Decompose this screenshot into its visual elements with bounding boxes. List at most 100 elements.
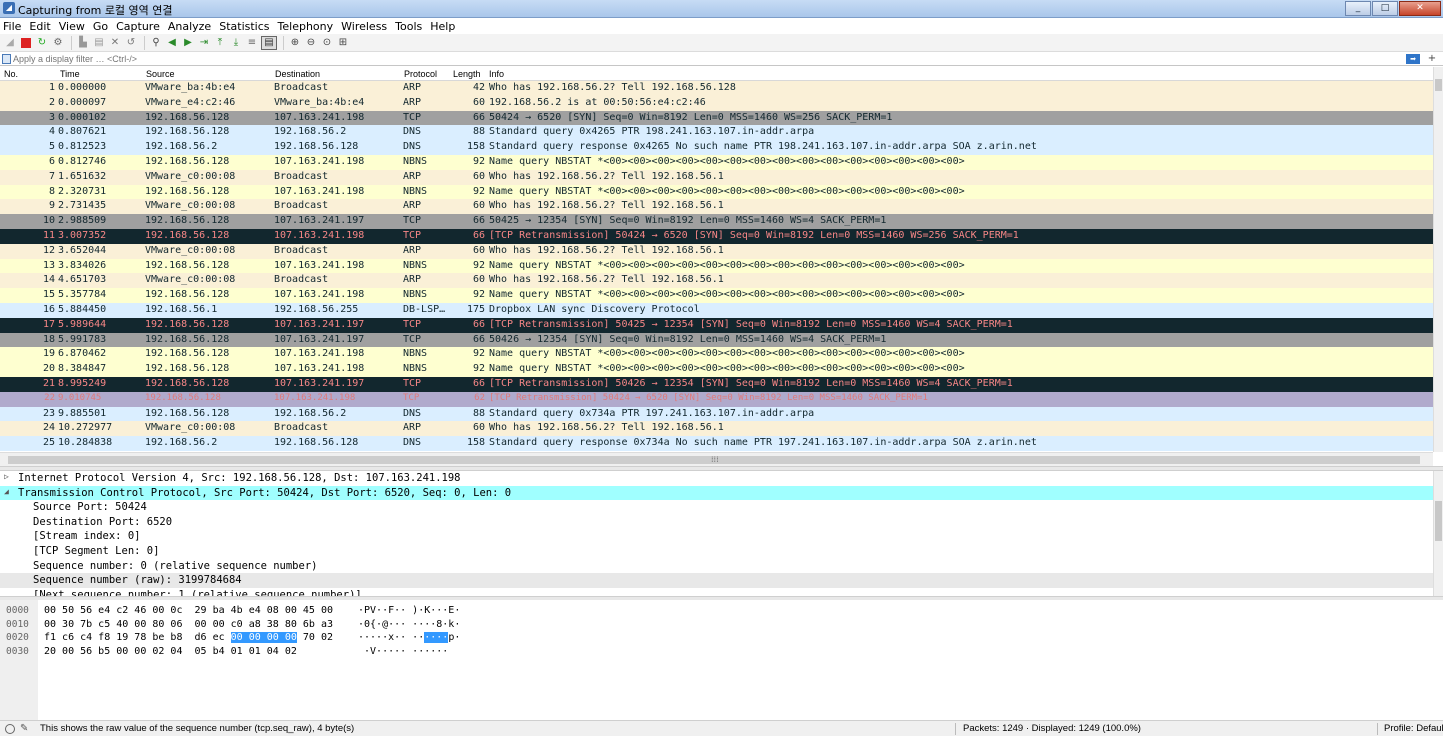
details-scrollbar[interactable] [1433,471,1443,596]
packet-row[interactable]: 7 1.651632 VMware_c0:00:08 Broadcast ARP 60 Wh… [0,169,1433,185]
detail-tree-item[interactable]: ◢ Transmission Control Protocol, Src Port… [0,485,1433,501]
hex-text: 20 00 56 b5 00 00 02 04 05 b4 01 01 04 0… [44,645,297,657]
display-filter-input[interactable] [13,53,1403,65]
column-length[interactable]: Length [453,69,481,79]
packet-row[interactable]: 11 3.007352 192.168.56.128 107.163.241.198 T… [0,228,1433,244]
start-capture-icon[interactable]: ◢ [3,36,17,50]
detail-tree-item[interactable]: Source Port: 50424 [0,500,1433,515]
menu-capture[interactable]: Capture [116,20,160,33]
packet-row[interactable]: 3 0.000102 192.168.56.128 107.163.241.198 TC… [0,110,1433,126]
find-packet-icon[interactable]: ⚲ [149,36,163,50]
packet-row[interactable]: 21 8.995249 192.168.56.128 107.163.241.197 T… [0,376,1433,392]
profile-indicator[interactable]: Profile: Default [1384,723,1443,734]
open-file-icon[interactable]: ▙ [76,36,90,50]
ascii-bytes[interactable]: ·0{·@··· ····8·k· [358,619,460,630]
menu-tools[interactable]: Tools [395,20,422,33]
menu-analyze[interactable]: Analyze [168,20,211,33]
scrollbar-thumb[interactable] [1435,79,1442,91]
column-protocol[interactable]: Protocol [404,69,437,79]
zoom-out-icon[interactable]: ⊖ [304,36,318,50]
capture-options-icon[interactable]: ⚙ [51,36,65,50]
packet-row[interactable]: 18 5.991783 192.168.56.128 107.163.241.197 T… [0,332,1433,348]
save-file-icon[interactable]: ▤ [92,36,106,50]
bookmark-icon[interactable] [2,54,11,64]
column-info[interactable]: Info [489,69,504,79]
packet-info: 50424 → 6520 [SYN] Seq=0 Win=8192 Len=0 … [489,111,893,123]
packet-list-scrollbar[interactable] [1433,67,1443,452]
menu-edit[interactable]: Edit [29,20,50,33]
hex-bytes[interactable]: f1 c6 c4 f8 19 78 be b8 d6 ec 00 00 00 0… [44,632,333,643]
packet-row[interactable]: 9 2.731435 VMware_c0:00:08 Broadcast ARP 60 Wh… [0,199,1433,215]
packet-row[interactable]: 6 0.812746 192.168.56.128 107.163.241.198 NB… [0,154,1433,170]
packet-row[interactable]: 5 0.812523 192.168.56.2 192.168.56.128 DNS 15… [0,140,1433,155]
go-forward-icon[interactable]: ▶ [181,36,195,50]
zoom-in-icon[interactable]: ⊕ [288,36,302,50]
menu-wireless[interactable]: Wireless [341,20,387,33]
detail-tree-item[interactable]: ▷ Internet Protocol Version 4, Src: 192.1… [0,471,1433,486]
go-back-icon[interactable]: ◀ [165,36,179,50]
detail-tree-item[interactable]: [Stream index: 0] [0,529,1433,544]
packet-row[interactable]: 23 9.885501 192.168.56.128 192.168.56.2 DNS 8… [0,406,1433,422]
packet-row[interactable]: 8 2.320731 192.168.56.128 107.163.241.198 NB… [0,184,1433,200]
add-filter-button-icon[interactable]: + [1424,53,1440,65]
go-last-packet-icon[interactable]: ⤓ [229,36,243,50]
column-time[interactable]: Time [60,69,80,79]
close-button[interactable]: ✕ [1399,1,1441,16]
packet-row[interactable]: 12 3.652044 VMware_c0:00:08 Broadcast ARP 60 W… [0,243,1433,259]
scrollbar-thumb[interactable] [1435,501,1442,541]
packet-row[interactable]: 15 5.357784 192.168.56.128 107.163.241.198 N… [0,288,1433,303]
expand-arrow-icon[interactable]: ▷ [4,472,9,481]
packet-row[interactable]: 24 10.272977 VMware_c0:00:08 Broadcast ARP 60… [0,421,1433,437]
colorize-icon[interactable]: ▤ [261,35,277,50]
column-no[interactable]: No. [4,69,18,79]
packet-row[interactable]: 22 9.010745 192.168.56.128 107.163.241.198 T… [0,391,1433,407]
hex-bytes[interactable]: 00 30 7b c5 40 00 80 06 00 00 c0 a8 38 8… [44,619,333,630]
reload-file-icon[interactable]: ↺ [124,36,138,50]
column-destination[interactable]: Destination [275,69,320,79]
edit-comment-icon[interactable]: ✎ [20,723,28,734]
restart-capture-icon[interactable]: ↻ [35,36,49,50]
menu-go[interactable]: Go [93,20,108,33]
packet-list-hscrollbar[interactable]: ⁞⁞⁞ [0,452,1433,466]
menu-statistics[interactable]: Statistics [219,20,269,33]
packet-row[interactable]: 10 2.988509 192.168.56.128 107.163.241.197 T… [0,214,1433,229]
close-file-icon[interactable]: ✕ [108,36,122,50]
normal-size-icon[interactable]: ⊙ [320,36,334,50]
menu-help[interactable]: Help [430,20,455,33]
go-first-packet-icon[interactable]: ⤒ [213,36,227,50]
packet-row[interactable]: 25 10.284838 192.168.56.2 192.168.56.128 DNS… [0,436,1433,451]
ascii-bytes[interactable]: ·V····· ······ [358,646,448,657]
hex-bytes[interactable]: 00 50 56 e4 c2 46 00 0c 29 ba 4b e4 08 0… [44,605,333,616]
packet-row[interactable]: 20 8.384847 192.168.56.128 107.163.241.198 N… [0,362,1433,377]
auto-scroll-icon[interactable]: ≡ [245,36,259,50]
packet-protocol: ARP [403,96,422,108]
resize-columns-icon[interactable]: ⊞ [336,36,350,50]
menu-file[interactable]: File [3,20,21,33]
detail-tree-item[interactable]: [TCP Segment Len: 0] [0,544,1433,559]
packet-row[interactable]: 4 0.807621 192.168.56.128 192.168.56.2 DNS 88… [0,125,1433,141]
hex-bytes[interactable]: 20 00 56 b5 00 00 02 04 05 b4 01 01 04 0… [44,646,297,657]
maximize-button[interactable]: □ [1372,1,1398,16]
packet-row[interactable]: 14 4.651703 VMware_c0:00:08 Broadcast ARP 60 W… [0,273,1433,289]
packet-row[interactable]: 17 5.989644 192.168.56.128 107.163.241.197 T… [0,317,1433,333]
packet-row[interactable]: 13 3.834026 192.168.56.128 107.163.241.198 N… [0,258,1433,274]
go-to-packet-icon[interactable]: ⇥ [197,36,211,50]
packet-row[interactable]: 19 6.870462 192.168.56.128 107.163.241.198 N… [0,347,1433,363]
menu-telephony[interactable]: Telephony [278,20,334,33]
menu-view[interactable]: View [59,20,85,33]
packet-row[interactable]: 2 0.000097 VMware_e4:c2:46 VMware_ba:4b:e4 A… [0,95,1433,111]
detail-tree-item[interactable]: Sequence number: 0 (relative sequence nu… [0,559,1433,574]
minimize-button[interactable]: _ [1345,1,1371,16]
expert-info-icon[interactable] [5,724,15,734]
detail-tree-item[interactable]: Sequence number (raw): 3199784684 [0,573,1433,588]
detail-tree-item[interactable]: [Next sequence number: 1 (relative seque… [0,588,1433,596]
ascii-bytes[interactable]: ·····x·· ······p· [358,632,460,643]
apply-filter-icon[interactable]: ➡ [1406,54,1420,64]
stop-capture-icon[interactable] [19,36,33,50]
column-source[interactable]: Source [146,69,175,79]
packet-row[interactable]: 16 5.884450 192.168.56.1 192.168.56.255 DB-L… [0,302,1433,318]
packet-row[interactable]: 1 0.000000 VMware_ba:4b:e4 Broadcast ARP 42 Wh… [0,81,1433,96]
detail-tree-item[interactable]: Destination Port: 6520 [0,515,1433,530]
collapse-arrow-icon[interactable]: ◢ [4,487,9,496]
ascii-bytes[interactable]: ·PV··F·· )·K···E· [358,605,460,616]
